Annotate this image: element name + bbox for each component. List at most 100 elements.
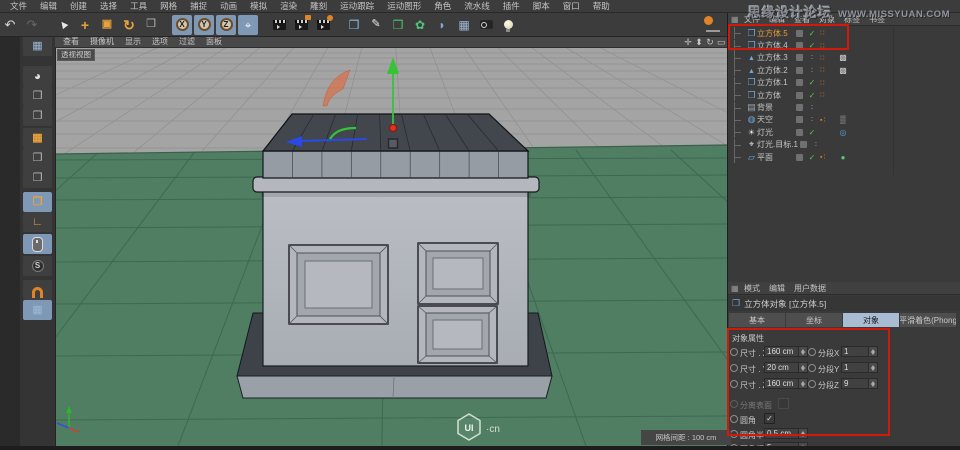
- object-axis-mode-icon[interactable]: ∟: [23, 212, 52, 232]
- seg-x-stepper[interactable]: [869, 346, 878, 357]
- enable-toggle[interactable]: [806, 128, 818, 137]
- enable-toggle[interactable]: [810, 140, 822, 149]
- toggle-view-icon[interactable]: ▭: [717, 37, 725, 47]
- viewport-menu-item[interactable]: 选项: [152, 36, 168, 47]
- menu-item[interactable]: 模拟: [250, 0, 267, 12]
- polygons-mode-icon[interactable]: ❒: [23, 192, 52, 212]
- workplane-lock-icon[interactable]: ▦: [23, 300, 52, 320]
- scale-tool-icon[interactable]: ▣: [97, 15, 117, 35]
- anim-key-icon[interactable]: [808, 380, 816, 388]
- om-menu-item[interactable]: 书签: [869, 14, 885, 25]
- viewport-canvas[interactable]: UI ·cn 透视视图 网格间距 : 100 cm: [55, 48, 727, 446]
- size-x-input[interactable]: [764, 346, 799, 357]
- anim-key-icon[interactable]: [730, 430, 738, 438]
- seg-x-input[interactable]: [841, 346, 869, 357]
- am-menu-item[interactable]: 编辑: [769, 283, 785, 294]
- mouse-input-icon[interactable]: [23, 234, 52, 254]
- menu-item[interactable]: 雕刻: [310, 0, 327, 12]
- render-settings-icon[interactable]: [313, 15, 333, 35]
- lock-z-button[interactable]: Z: [216, 15, 236, 35]
- points-mode-icon[interactable]: ❒: [23, 148, 52, 168]
- viewport-menu-item[interactable]: 显示: [125, 36, 141, 47]
- layer-toggle[interactable]: [796, 116, 803, 123]
- panel-grid-icon[interactable]: ▦: [731, 284, 739, 293]
- am-menu-item[interactable]: 用户数据: [794, 283, 826, 294]
- size-y-input[interactable]: [764, 362, 799, 373]
- om-menu-item[interactable]: 对象: [819, 14, 835, 25]
- anim-key-icon[interactable]: [730, 415, 738, 423]
- object-tag-icon[interactable]: [836, 128, 850, 137]
- size-z-stepper[interactable]: [799, 378, 808, 389]
- visibility-dots[interactable]: [820, 153, 836, 161]
- layer-toggle[interactable]: [796, 30, 803, 37]
- render-picture-viewer-icon[interactable]: [291, 15, 311, 35]
- visibility-dots[interactable]: [820, 79, 836, 87]
- layer-toggle[interactable]: [796, 92, 803, 99]
- deformer-icon[interactable]: ✿: [410, 15, 430, 35]
- add-cube-icon[interactable]: ❒: [344, 15, 364, 35]
- anim-key-icon[interactable]: [730, 380, 738, 388]
- panel-grid-icon[interactable]: ▦: [731, 15, 739, 24]
- layer-toggle[interactable]: [796, 54, 803, 61]
- menu-item[interactable]: 动画: [220, 0, 237, 12]
- object-name[interactable]: 灯光.目标.1: [757, 139, 798, 150]
- size-y-stepper[interactable]: [799, 362, 808, 373]
- attribute-tab[interactable]: 平滑着色(Phong: [900, 313, 956, 327]
- view-label[interactable]: 透视视图: [57, 49, 95, 61]
- enable-toggle[interactable]: [806, 115, 818, 124]
- select-tool-icon[interactable]: ▶: [53, 15, 73, 35]
- fillet-checkbox[interactable]: ✓: [764, 413, 775, 424]
- enable-toggle[interactable]: [806, 66, 818, 75]
- menu-item[interactable]: 窗口: [563, 0, 580, 12]
- layer-toggle[interactable]: [796, 67, 803, 74]
- render-view-icon[interactable]: [269, 15, 289, 35]
- make-editable-icon[interactable]: ❒: [23, 86, 52, 106]
- menu-item[interactable]: 文件: [10, 0, 27, 12]
- seg-z-stepper[interactable]: [869, 378, 878, 389]
- redo-icon[interactable]: ↷: [22, 15, 42, 35]
- object-name[interactable]: 天空: [757, 114, 794, 125]
- enable-toggle[interactable]: [806, 41, 818, 50]
- menu-item[interactable]: 角色: [434, 0, 451, 12]
- enable-toggle[interactable]: [806, 53, 818, 62]
- menu-item[interactable]: 渲染: [280, 0, 297, 12]
- enable-toggle[interactable]: [806, 153, 818, 162]
- attribute-tab[interactable]: 基本: [729, 313, 785, 327]
- viewport-menu-item[interactable]: 查看: [63, 36, 79, 47]
- light-tool-icon[interactable]: [498, 15, 518, 35]
- object-name[interactable]: 立方体.1: [757, 77, 794, 88]
- menu-item[interactable]: 流水线: [464, 0, 490, 12]
- menu-item[interactable]: 运动图形: [387, 0, 421, 12]
- floor-icon[interactable]: ▦: [454, 15, 474, 35]
- visibility-dots[interactable]: [820, 42, 836, 50]
- menu-item[interactable]: 脚本: [533, 0, 550, 12]
- seg-z-input[interactable]: [841, 378, 869, 389]
- visibility-dots[interactable]: [820, 116, 836, 124]
- object-row[interactable]: 立方体.1: [728, 77, 960, 89]
- texture-mode-icon[interactable]: ▦: [23, 128, 52, 148]
- lock-x-button[interactable]: X: [172, 15, 192, 35]
- menu-item[interactable]: 运动跟踪: [340, 0, 374, 12]
- object-tag-icon[interactable]: [836, 153, 850, 162]
- object-row[interactable]: 平面: [728, 151, 960, 163]
- object-tag-icon[interactable]: [836, 53, 850, 62]
- viewport-menu-item[interactable]: 过滤: [179, 36, 195, 47]
- undo-icon[interactable]: ↶: [0, 15, 20, 35]
- object-name[interactable]: 立方体.4: [757, 40, 794, 51]
- subdivision-surface-icon[interactable]: ❒: [388, 15, 408, 35]
- menu-item[interactable]: 帮助: [593, 0, 610, 12]
- rotate-view-icon[interactable]: ↻: [706, 37, 714, 47]
- object-row[interactable]: 背景: [728, 101, 960, 113]
- magnet-snap-icon[interactable]: [23, 280, 52, 300]
- rotate-tool-icon[interactable]: ↻: [119, 15, 139, 35]
- enable-toggle[interactable]: [806, 29, 818, 38]
- pan-view-icon[interactable]: ✛: [684, 37, 692, 47]
- lock-y-button[interactable]: Y: [194, 15, 214, 35]
- move-tool-icon[interactable]: +: [75, 15, 95, 35]
- object-name[interactable]: 平面: [757, 152, 794, 163]
- object-name[interactable]: 立方体.3: [757, 52, 794, 63]
- fillet-radius-stepper[interactable]: [799, 428, 808, 439]
- layer-toggle[interactable]: [800, 141, 807, 148]
- attribute-tab[interactable]: 坐标: [786, 313, 842, 327]
- menu-item[interactable]: 捕捉: [190, 0, 207, 12]
